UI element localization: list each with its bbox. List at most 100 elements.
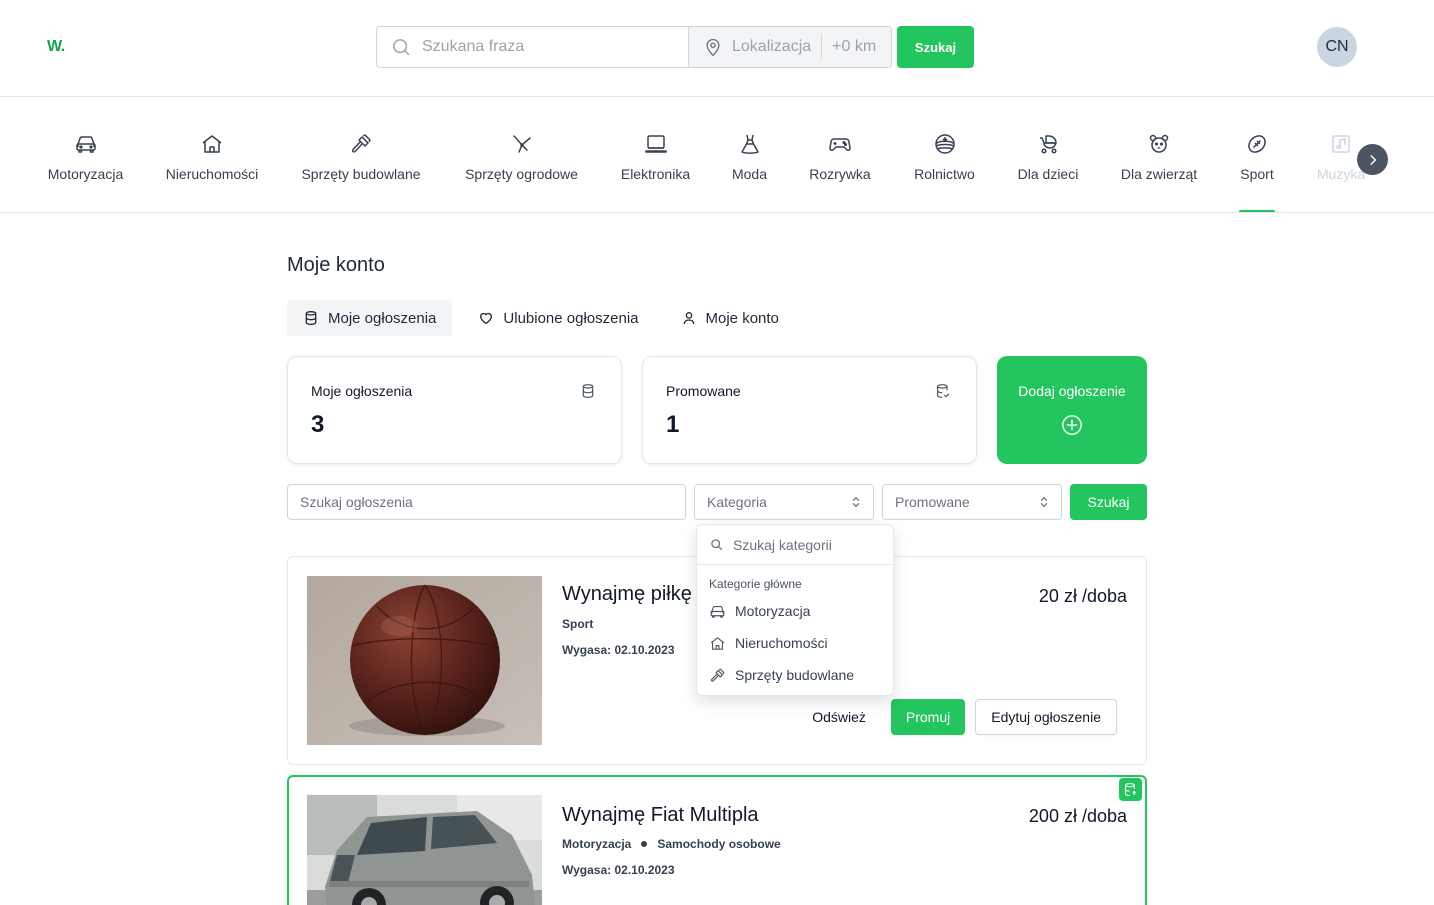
category-motoryzacja[interactable]: Motoryzacja	[47, 97, 124, 212]
category-option-label: Motoryzacja	[735, 603, 811, 619]
database-promoted-icon	[1123, 782, 1138, 797]
tab-my-account[interactable]: Moje konto	[665, 300, 795, 336]
category-moda[interactable]: Moda	[731, 97, 768, 212]
stat-card-my-listings: Moje ogłoszenia 3	[287, 356, 622, 464]
category-label: Muzyka	[1316, 166, 1366, 182]
search-placeholder: Szukana fraza	[422, 38, 525, 55]
category-label: Dla zwierząt	[1120, 166, 1198, 182]
listing-title[interactable]: Wynajmę Fiat Multipla	[562, 804, 759, 827]
search-icon	[391, 37, 411, 57]
listing-subcategory-tag: Samochody osobowe	[657, 837, 781, 851]
promoted-select[interactable]: Promowane	[882, 484, 1062, 520]
listing-actions: Odśwież Promuj Edytuj ogłoszenie	[787, 699, 1117, 735]
category-label: Rolnictwo	[914, 166, 975, 182]
category-scroll-next-button[interactable]	[1357, 144, 1388, 175]
user-icon	[681, 310, 697, 326]
chevron-up-down-icon	[1039, 496, 1049, 508]
listing-search-input[interactable]: Szukaj ogłoszenia	[287, 484, 686, 520]
category-label: Sprzęty ogrodowe	[465, 166, 578, 182]
avatar[interactable]: CN	[1317, 27, 1357, 67]
category-dropdown: Szukaj kategorii Kategorie główne Motory…	[696, 524, 894, 696]
listing-image-car[interactable]	[307, 795, 542, 905]
header-search-button[interactable]: Szukaj	[897, 26, 974, 68]
stat-label: Moje ogłoszenia	[311, 383, 413, 399]
listing-category-tag: Sport	[562, 617, 594, 631]
listing-category-tag: Motoryzacja	[562, 837, 632, 851]
listing-tags: Motoryzacja Samochody osobowe	[562, 837, 781, 851]
category-elektronika[interactable]: Elektronika	[620, 97, 691, 212]
category-rolnictwo[interactable]: Rolnictwo	[912, 97, 977, 212]
promoted-badge	[1119, 778, 1142, 801]
car-icon	[709, 603, 726, 620]
database-icon	[580, 383, 596, 399]
account-tabs: Moje ogłoszenia Ulubione ogłoszenia Moje…	[287, 300, 805, 336]
listing-card-promoted[interactable]: Wynajmę Fiat Multipla 200 zł /doba Motor…	[287, 775, 1147, 905]
category-select[interactable]: Kategoria	[694, 484, 874, 520]
tab-label: Moje ogłoszenia	[328, 309, 437, 327]
filter-search-button[interactable]: Szukaj	[1070, 484, 1147, 520]
database-check-icon	[935, 383, 951, 399]
stat-value: 3	[311, 411, 325, 438]
stat-value: 1	[666, 411, 680, 438]
category-rozrywka[interactable]: Rozrywka	[808, 97, 872, 212]
category-option-label: Sprzęty budowlane	[735, 667, 855, 683]
heart-icon	[478, 310, 494, 326]
category-sprzety-ogrodowe[interactable]: Sprzęty ogrodowe	[463, 97, 580, 212]
laptop-icon	[644, 132, 668, 156]
category-dla-zwierzat[interactable]: Dla zwierząt	[1119, 97, 1199, 212]
ball-icon	[1245, 132, 1269, 156]
listing-title[interactable]: Wynajmę piłkę	[562, 583, 692, 606]
radius-selector[interactable]: +0 km	[832, 38, 876, 56]
listing-price: 20 zł /doba	[1038, 586, 1127, 606]
category-nieruchomosci[interactable]: Nieruchomości	[165, 97, 259, 212]
hammer-icon	[349, 132, 373, 156]
category-sport[interactable]: Sport	[1239, 97, 1275, 212]
listing-search-placeholder: Szukaj ogłoszenia	[300, 494, 413, 510]
pet-icon	[1147, 132, 1171, 156]
add-listing-button[interactable]: Dodaj ogłoszenie	[997, 356, 1147, 464]
add-listing-label: Dodaj ogłoszenie	[1018, 383, 1126, 399]
logo[interactable]: W.	[47, 38, 65, 56]
category-option-list: Motoryzacja Nieruchomości Sprzęty budowl…	[697, 595, 893, 691]
category-strip: Motoryzacja Nieruchomości Sprzęty budowl…	[0, 97, 1434, 213]
category-option-nieruchomosci[interactable]: Nieruchomości	[697, 627, 893, 659]
category-search-input[interactable]: Szukaj kategorii	[697, 525, 893, 565]
category-search-placeholder: Szukaj kategorii	[733, 536, 832, 553]
database-icon	[303, 310, 319, 326]
plus-circle-icon	[1061, 414, 1083, 436]
listing-image-ball[interactable]	[307, 576, 542, 745]
location-placeholder: Lokalizacja	[732, 38, 812, 55]
category-label: Motoryzacja	[47, 166, 124, 182]
location-input[interactable]: Lokalizacja +0 km	[688, 27, 891, 67]
category-option-motoryzacja[interactable]: Motoryzacja	[697, 595, 893, 627]
tab-my-listings[interactable]: Moje ogłoszenia	[287, 300, 453, 336]
tab-favourites[interactable]: Ulubione ogłoszenia	[462, 300, 654, 336]
stroller-icon	[1036, 132, 1060, 156]
page-title: Moje konto	[287, 254, 385, 276]
field-icon	[933, 132, 957, 156]
listing-expiry: Wygasa: 02.10.2023	[562, 863, 675, 877]
category-label: Elektronika	[620, 166, 691, 182]
location-divider	[821, 35, 823, 59]
car-icon	[74, 132, 98, 156]
category-dla-dzieci[interactable]: Dla dzieci	[1017, 97, 1079, 212]
refresh-button[interactable]: Odśwież	[797, 699, 881, 735]
search-bar: Szukana fraza Lokalizacja +0 km	[376, 26, 892, 68]
edit-listing-button[interactable]: Edytuj ogłoszenie	[975, 699, 1117, 735]
category-option-label: Nieruchomości	[735, 635, 828, 651]
search-input[interactable]: Szukana fraza	[377, 27, 688, 67]
listing-price: 200 zł /doba	[1028, 806, 1127, 826]
location-pin-icon	[703, 37, 723, 57]
category-option-sprzety-budowlane[interactable]: Sprzęty budowlane	[697, 659, 893, 691]
listing-tags: Sport	[562, 617, 593, 631]
category-label: Nieruchomości	[165, 166, 259, 182]
category-label: Sprzęty budowlane	[301, 166, 421, 182]
promote-button[interactable]: Promuj	[890, 699, 966, 735]
category-sprzety-budowlane[interactable]: Sprzęty budowlane	[299, 97, 423, 212]
stat-card-promoted: Promowane 1	[642, 356, 977, 464]
gamepad-icon	[828, 132, 852, 156]
search-icon	[710, 538, 723, 551]
category-label: Sport	[1240, 166, 1274, 182]
category-select-placeholder: Kategoria	[707, 494, 767, 510]
category-label: Dla dzieci	[1017, 166, 1079, 182]
